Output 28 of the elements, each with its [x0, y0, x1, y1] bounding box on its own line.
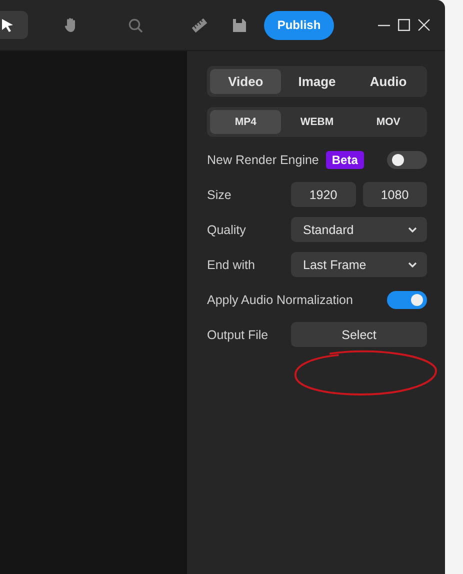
- setting-label: Quality: [207, 222, 247, 236]
- setting-label: Apply Audio Normalization: [207, 292, 354, 306]
- dropdown[interactable]: Standard: [291, 217, 427, 242]
- media-tab[interactable]: Video: [210, 69, 282, 94]
- format-tab[interactable]: MOV: [352, 110, 424, 134]
- select-button[interactable]: Select: [291, 322, 427, 347]
- maximize-icon[interactable]: [398, 19, 410, 31]
- cursor-icon: [0, 18, 14, 32]
- close-icon[interactable]: [418, 19, 430, 31]
- dropdown[interactable]: Last Frame: [291, 252, 427, 277]
- media-tab[interactable]: Image: [281, 69, 353, 94]
- hand-icon: [64, 17, 78, 33]
- chevron-down-icon: [408, 226, 417, 232]
- size-field[interactable]: 1080: [362, 182, 427, 207]
- media-tab[interactable]: Audio: [352, 69, 424, 94]
- size-field[interactable]: 1920: [291, 182, 356, 207]
- setting-label: End with: [207, 258, 256, 272]
- beta-badge: Beta: [326, 150, 364, 168]
- toggle-switch[interactable]: [387, 150, 427, 168]
- format-tab[interactable]: MP4: [210, 110, 282, 134]
- save-icon[interactable]: [233, 18, 246, 32]
- setting-label: Output File: [207, 328, 270, 342]
- setting-label: Size: [207, 188, 232, 202]
- chevron-down-icon: [408, 262, 417, 268]
- format-tab[interactable]: WEBM: [281, 110, 353, 134]
- setting-label: New Render Engine: [207, 152, 319, 166]
- toggle-switch[interactable]: [387, 290, 427, 308]
- search-icon: [128, 18, 142, 32]
